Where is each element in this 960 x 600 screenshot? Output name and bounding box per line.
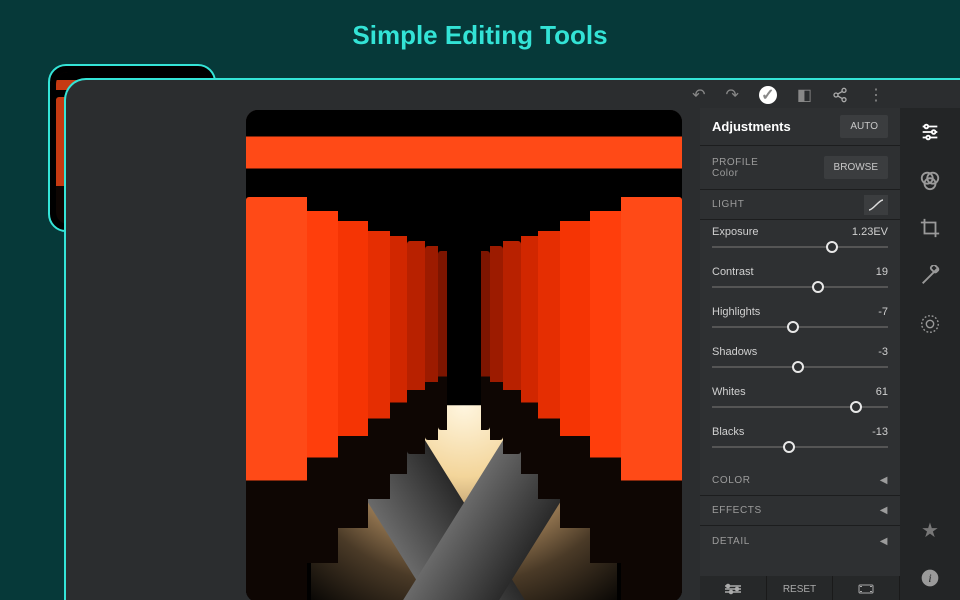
- slider-value: 1.23EV: [852, 226, 888, 238]
- share-icon[interactable]: [832, 87, 848, 103]
- tone-curve-icon[interactable]: [864, 195, 888, 215]
- filmstrip-button[interactable]: [833, 576, 900, 600]
- tool-rail: ★ i: [900, 108, 960, 600]
- effects-section-label[interactable]: EFFECTS: [712, 505, 762, 516]
- marketing-headline: Simple Editing Tools: [0, 20, 960, 51]
- slider-blacks[interactable]: Blacks -13: [712, 426, 888, 456]
- slider-label: Whites: [712, 386, 746, 398]
- slider-value: 19: [876, 266, 888, 278]
- adjust-tool-icon[interactable]: [900, 108, 960, 156]
- auto-button[interactable]: AUTO: [840, 115, 888, 138]
- canvas-photo[interactable]: [246, 110, 682, 600]
- light-section-label[interactable]: LIGHT: [712, 199, 744, 210]
- reset-button[interactable]: RESET: [767, 576, 834, 600]
- detail-section-label[interactable]: DETAIL: [712, 536, 750, 547]
- slider-value: 61: [876, 386, 888, 398]
- slider-whites[interactable]: Whites 61: [712, 386, 888, 416]
- profile-label: PROFILE: [712, 157, 758, 168]
- panel-title: Adjustments: [712, 119, 791, 134]
- slider-contrast[interactable]: Contrast 19: [712, 266, 888, 296]
- lightroom-app-frame: ↶ ↷ ✓ ◧ ⋮ Adjustments AUTO PROFILE Color…: [64, 78, 960, 600]
- more-icon[interactable]: ⋮: [868, 85, 884, 105]
- crop-tool-icon[interactable]: [900, 204, 960, 252]
- slider-label: Blacks: [712, 426, 744, 438]
- svg-text:i: i: [928, 572, 931, 585]
- redo-icon[interactable]: ↷: [725, 85, 738, 105]
- accept-icon[interactable]: ✓: [759, 86, 777, 104]
- slider-label: Contrast: [712, 266, 754, 278]
- slider-value: -3: [878, 346, 888, 358]
- chevron-left-icon: ◀: [880, 536, 888, 547]
- chevron-left-icon: ◀: [880, 475, 888, 486]
- star-icon[interactable]: ★: [900, 506, 960, 554]
- color-section-label[interactable]: COLOR: [712, 475, 751, 486]
- adjustments-panel: Adjustments AUTO PROFILE Color BROWSE LI…: [700, 108, 900, 600]
- slider-label: Shadows: [712, 346, 757, 358]
- profile-value: Color: [712, 168, 758, 179]
- editor-topbar: ↶ ↷ ✓ ◧ ⋮: [246, 80, 900, 110]
- browse-button[interactable]: BROWSE: [824, 156, 888, 179]
- chevron-left-icon: ◀: [880, 505, 888, 516]
- panel-footer: RESET: [700, 576, 900, 600]
- undo-icon[interactable]: ↶: [692, 85, 705, 105]
- compare-icon[interactable]: ◧: [797, 85, 812, 105]
- healing-tool-icon[interactable]: [900, 252, 960, 300]
- slider-exposure[interactable]: Exposure 1.23EV: [712, 226, 888, 256]
- slider-shadows[interactable]: Shadows -3: [712, 346, 888, 376]
- color-mix-tool-icon[interactable]: [900, 156, 960, 204]
- slider-value: -13: [872, 426, 888, 438]
- slider-highlights[interactable]: Highlights -7: [712, 306, 888, 336]
- previous-button[interactable]: [700, 576, 767, 600]
- radial-tool-icon[interactable]: [900, 300, 960, 348]
- info-icon[interactable]: i: [900, 554, 960, 600]
- slider-label: Exposure: [712, 226, 758, 238]
- slider-value: -7: [878, 306, 888, 318]
- slider-label: Highlights: [712, 306, 760, 318]
